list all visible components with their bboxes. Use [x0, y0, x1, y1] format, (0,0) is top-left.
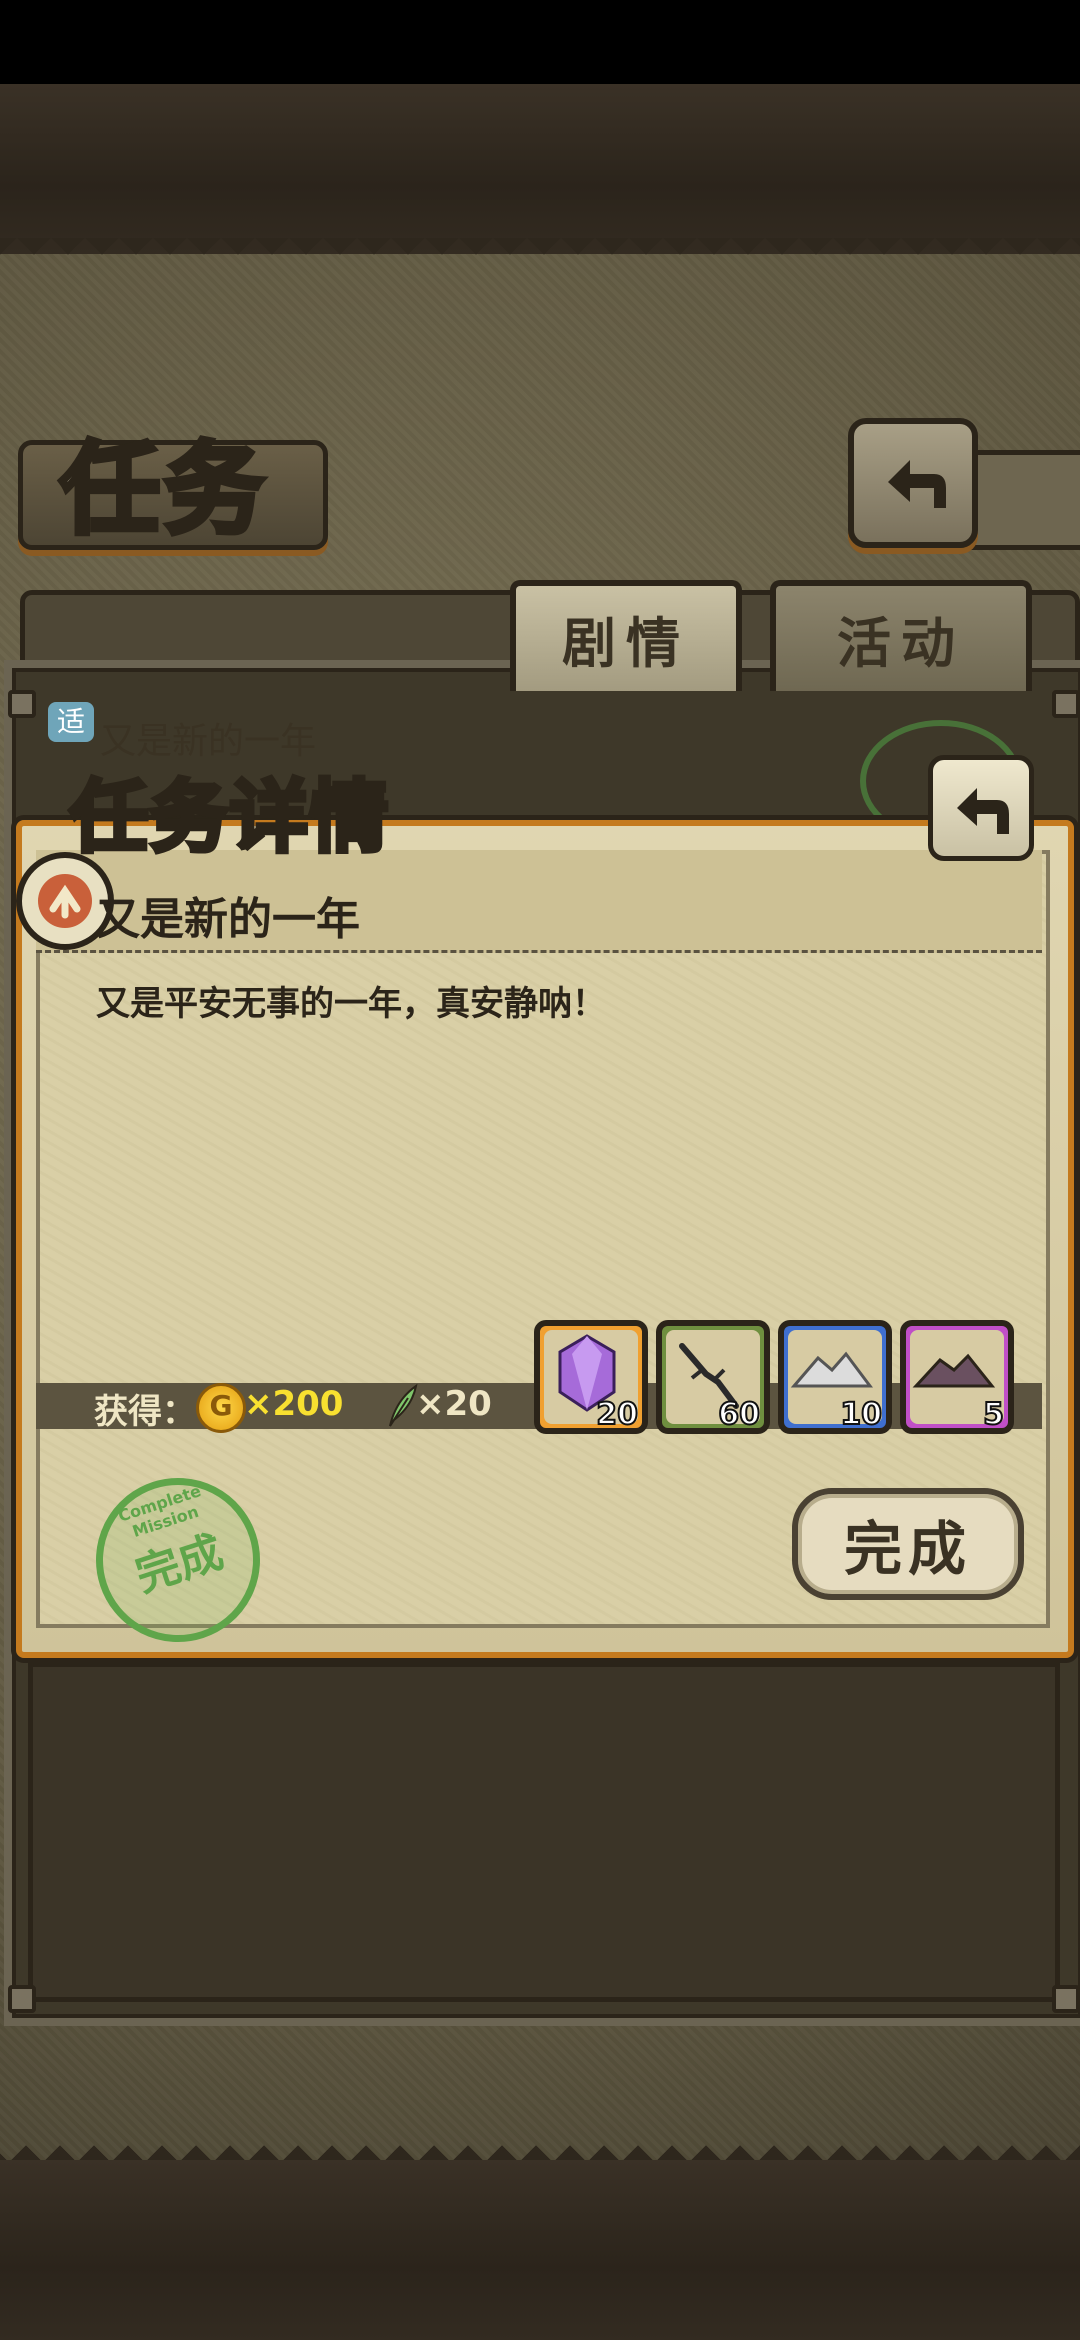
- gold-coin-icon: G: [196, 1383, 246, 1433]
- feather-amount: ×20: [416, 1384, 492, 1424]
- modal-back-button[interactable]: [928, 755, 1034, 861]
- tab-event[interactable]: 活动: [770, 580, 1032, 691]
- back-arrow-icon: [957, 788, 1009, 834]
- reward-item[interactable]: 10: [778, 1320, 892, 1434]
- reward-label: 获得：: [94, 1392, 196, 1432]
- complete-button[interactable]: 完成: [792, 1488, 1024, 1600]
- rivet: [1052, 690, 1080, 718]
- list-item-badge: 适: [48, 702, 94, 742]
- rivet: [8, 690, 36, 718]
- reward-item-count: 60: [717, 1396, 761, 1433]
- reward-item[interactable]: 60: [656, 1320, 770, 1434]
- back-button[interactable]: [848, 418, 978, 548]
- reward-item[interactable]: 5: [900, 1320, 1014, 1434]
- tab-story[interactable]: 剧情: [510, 580, 742, 691]
- reward-item-count: 5: [982, 1396, 1005, 1433]
- top-wood-band: [0, 84, 1080, 254]
- back-arrow-icon: [888, 460, 946, 508]
- rivet: [8, 1985, 36, 2013]
- modal-title: 任务详情: [67, 771, 391, 866]
- quest-description: 又是平安无事的一年，真安静呐！: [96, 984, 606, 1024]
- reward-item-count: 20: [595, 1396, 639, 1433]
- reward-item[interactable]: 20: [534, 1320, 648, 1434]
- torn-edge-bottom: [0, 2128, 1080, 2162]
- rivet: [1052, 1985, 1080, 2013]
- back-button-tail: [960, 450, 1080, 550]
- coin-amount: ×200: [244, 1384, 344, 1424]
- bottom-wood-band: [0, 2160, 1080, 2340]
- arrow-up-icon: [38, 874, 92, 928]
- status-bar: [0, 0, 1080, 84]
- page-title: 任务: [58, 429, 268, 551]
- quest-list-panel: [28, 1662, 1060, 2002]
- quest-name: 又是新的一年: [96, 894, 360, 945]
- reward-item-count: 10: [839, 1396, 883, 1433]
- torn-edge-top: [0, 238, 1080, 272]
